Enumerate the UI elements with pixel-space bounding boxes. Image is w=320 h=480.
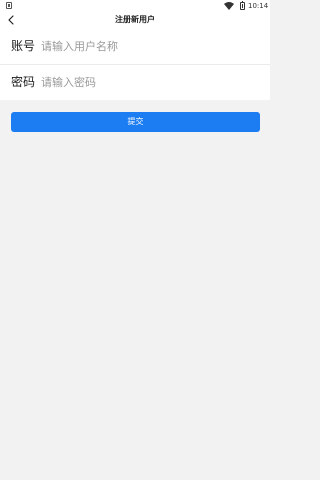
page-title: 注册新用户 xyxy=(115,15,155,24)
account-label: 账号 xyxy=(11,39,36,53)
account-input[interactable] xyxy=(41,37,261,55)
sim-icon xyxy=(6,2,12,9)
register-form: 账号 密码 xyxy=(0,28,270,100)
status-time: 10:14 xyxy=(248,2,269,10)
password-input[interactable] xyxy=(41,73,261,91)
password-label: 密码 xyxy=(11,75,36,89)
chevron-left-icon xyxy=(8,15,14,25)
battery-icon xyxy=(240,1,245,10)
back-button[interactable] xyxy=(5,13,17,27)
navigation-bar: 注册新用户 xyxy=(0,12,270,28)
password-row: 密码 xyxy=(0,64,270,100)
wifi-icon xyxy=(224,2,234,10)
status-bar: 10:14 xyxy=(0,0,270,12)
account-row: 账号 xyxy=(0,28,270,64)
submit-button[interactable]: 提交 xyxy=(11,112,260,132)
